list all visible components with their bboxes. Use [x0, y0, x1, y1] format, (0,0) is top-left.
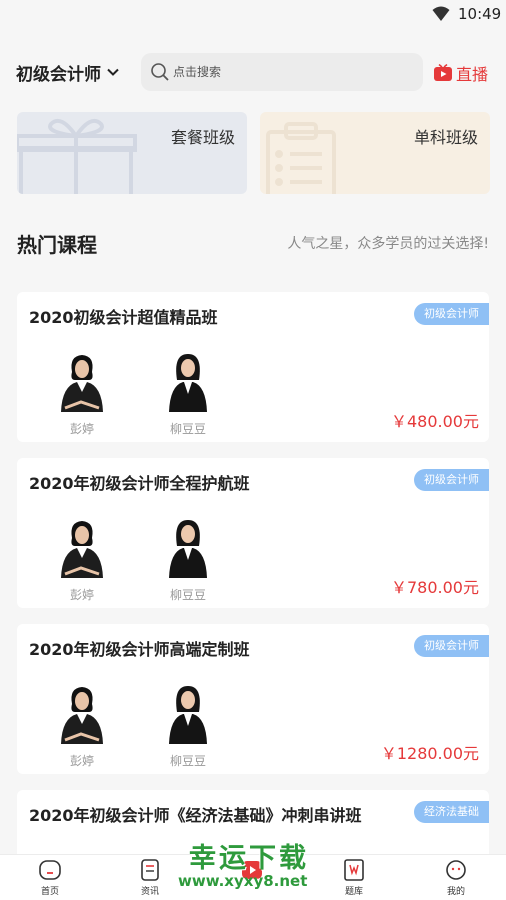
- course-card[interactable]: 2020年初级会计师高端定制班 初级会计师 彭婷 柳豆豆 ￥1280.00元: [17, 624, 489, 774]
- single-class-label: 单科班级: [413, 128, 478, 147]
- live-label: 直播: [456, 65, 489, 84]
- section-title: 热门课程: [17, 233, 97, 257]
- course-card[interactable]: 2020初级会计超值精品班 初级会计师 彭婷 柳豆豆 ￥480.00元: [17, 292, 489, 442]
- bottom-nav: 首页 资讯 题库 我的: [0, 854, 506, 900]
- combo-class-card[interactable]: 套餐班级: [17, 112, 247, 194]
- search-input[interactable]: [173, 65, 403, 79]
- hot-courses-header: 热门课程 人气之星，众多学员的过关选择!: [17, 225, 489, 259]
- teacher: 彭婷: [52, 682, 112, 769]
- teacher-name: 柳豆豆: [169, 422, 206, 436]
- profile-icon: [446, 860, 466, 880]
- course-title: 2020年初级会计师高端定制班: [29, 640, 250, 659]
- teacher-photo: [61, 355, 103, 412]
- course-price: ￥1280.00元: [380, 744, 479, 763]
- category-selector[interactable]: 初级会计师: [16, 59, 120, 85]
- teacher-photo: [169, 520, 207, 578]
- nav-question-bank-label: 题库: [344, 887, 363, 897]
- clipboard-icon: [266, 122, 336, 194]
- question-bank-icon: [344, 859, 364, 881]
- header: 初级会计师 直播: [0, 50, 506, 94]
- play-icon: [242, 861, 262, 879]
- live-button[interactable]: 直播: [433, 61, 488, 85]
- teacher: 彭婷: [52, 516, 112, 603]
- teacher-name: 彭婷: [69, 588, 94, 602]
- nav-question-bank[interactable]: 题库: [324, 859, 384, 897]
- nav-home-label: 首页: [40, 887, 59, 897]
- nav-news[interactable]: 资讯: [120, 859, 180, 897]
- nav-profile-label: 我的: [446, 887, 465, 897]
- section-subtitle: 人气之星，众多学员的过关选择!: [287, 236, 489, 252]
- category-label: 初级会计师: [16, 64, 101, 85]
- wifi-icon: [432, 6, 450, 21]
- home-icon: [39, 860, 61, 880]
- nav-live[interactable]: [222, 859, 282, 884]
- single-class-card[interactable]: 单科班级: [260, 112, 490, 194]
- teacher-name: 彭婷: [69, 422, 94, 436]
- course-title: 2020年初级会计师《经济法基础》冲刺串讲班: [29, 806, 362, 825]
- teacher-name: 柳豆豆: [169, 588, 206, 602]
- course-tag: 初级会计师: [414, 635, 489, 657]
- course-price: ￥480.00元: [391, 412, 479, 431]
- course-title: 2020初级会计超值精品班: [29, 308, 218, 327]
- teacher: 彭婷: [52, 350, 112, 437]
- course-tag: 经济法基础: [414, 801, 489, 823]
- nav-profile[interactable]: 我的: [426, 859, 486, 897]
- teacher: 柳豆豆: [158, 516, 218, 603]
- nav-home[interactable]: 首页: [20, 859, 80, 897]
- gift-box-icon: [17, 119, 137, 194]
- teacher-photo: [169, 686, 207, 744]
- teacher: 柳豆豆: [158, 682, 218, 769]
- news-icon: [141, 859, 159, 881]
- chevron-down-icon: [107, 68, 119, 76]
- search-icon: [151, 63, 169, 81]
- teacher-name: 彭婷: [69, 754, 94, 768]
- teacher-photo: [61, 521, 103, 578]
- course-price: ￥780.00元: [391, 578, 479, 597]
- combo-class-label: 套餐班级: [170, 128, 235, 147]
- teacher-photo: [169, 354, 207, 412]
- search-bar[interactable]: [141, 53, 423, 91]
- teacher-photo: [61, 687, 103, 744]
- course-card[interactable]: 2020年初级会计师全程护航班 初级会计师 彭婷 柳豆豆 ￥780.00元: [17, 458, 489, 608]
- teacher-name: 柳豆豆: [169, 754, 206, 768]
- status-bar: 10:49: [0, 0, 506, 30]
- nav-news-label: 资讯: [140, 887, 159, 897]
- status-time: 10:49: [458, 5, 502, 23]
- course-tag: 初级会计师: [414, 303, 489, 325]
- teacher: 柳豆豆: [158, 350, 218, 437]
- course-title: 2020年初级会计师全程护航班: [29, 474, 250, 493]
- course-tag: 初级会计师: [414, 469, 489, 491]
- live-tv-icon: [434, 64, 452, 81]
